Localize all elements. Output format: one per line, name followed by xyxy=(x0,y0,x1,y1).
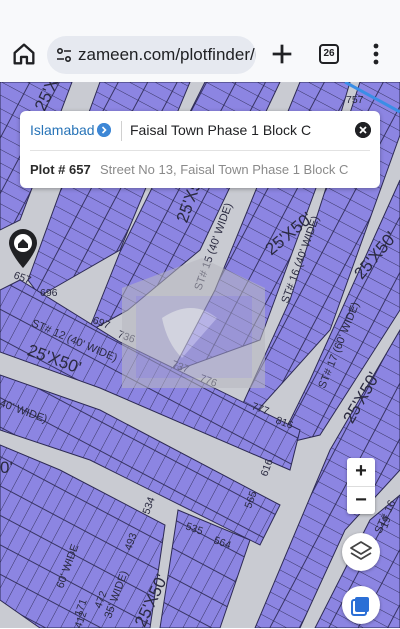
tab-count: 26 xyxy=(323,48,335,59)
tab-switcher-button[interactable]: 26 xyxy=(319,44,339,64)
plot-search-card: Islamabad Faisal Town Phase 1 Block C Pl… xyxy=(20,111,380,188)
plot-size-label: 0' xyxy=(0,458,13,477)
city-selector[interactable]: Islamabad xyxy=(30,122,95,138)
layers-button[interactable] xyxy=(342,533,380,571)
divider xyxy=(30,150,370,151)
zameen-watermark-icon xyxy=(122,258,265,388)
url-bar[interactable]: zameen.com/plotfinder/l xyxy=(47,36,256,74)
chevron-right-icon[interactable] xyxy=(97,123,111,137)
browser-toolbar: zameen.com/plotfinder/l 26 xyxy=(0,0,400,82)
plot-number-label: Plot # 657 xyxy=(30,162,91,177)
zoom-controls: + − xyxy=(347,458,375,514)
divider xyxy=(121,121,122,141)
zoom-out-button[interactable]: − xyxy=(347,486,375,514)
site-settings-icon[interactable] xyxy=(56,47,72,63)
zoom-in-button[interactable]: + xyxy=(347,458,375,486)
search-input[interactable]: Faisal Town Phase 1 Block C xyxy=(130,122,311,138)
copy-icon xyxy=(351,597,369,616)
plot-address: Street No 13, Faisal Town Phase 1 Block … xyxy=(100,162,349,177)
plot-number: 696 xyxy=(40,287,58,299)
more-menu-icon[interactable] xyxy=(366,40,386,68)
plot-number: 757 xyxy=(346,94,364,106)
home-icon[interactable] xyxy=(10,40,38,68)
new-tab-icon[interactable] xyxy=(268,40,296,68)
location-marker-icon[interactable] xyxy=(6,228,40,270)
url-text[interactable]: zameen.com/plotfinder/l xyxy=(78,45,256,65)
layers-icon xyxy=(350,541,372,560)
clear-search-icon[interactable] xyxy=(355,122,371,138)
info-button[interactable] xyxy=(342,586,380,624)
